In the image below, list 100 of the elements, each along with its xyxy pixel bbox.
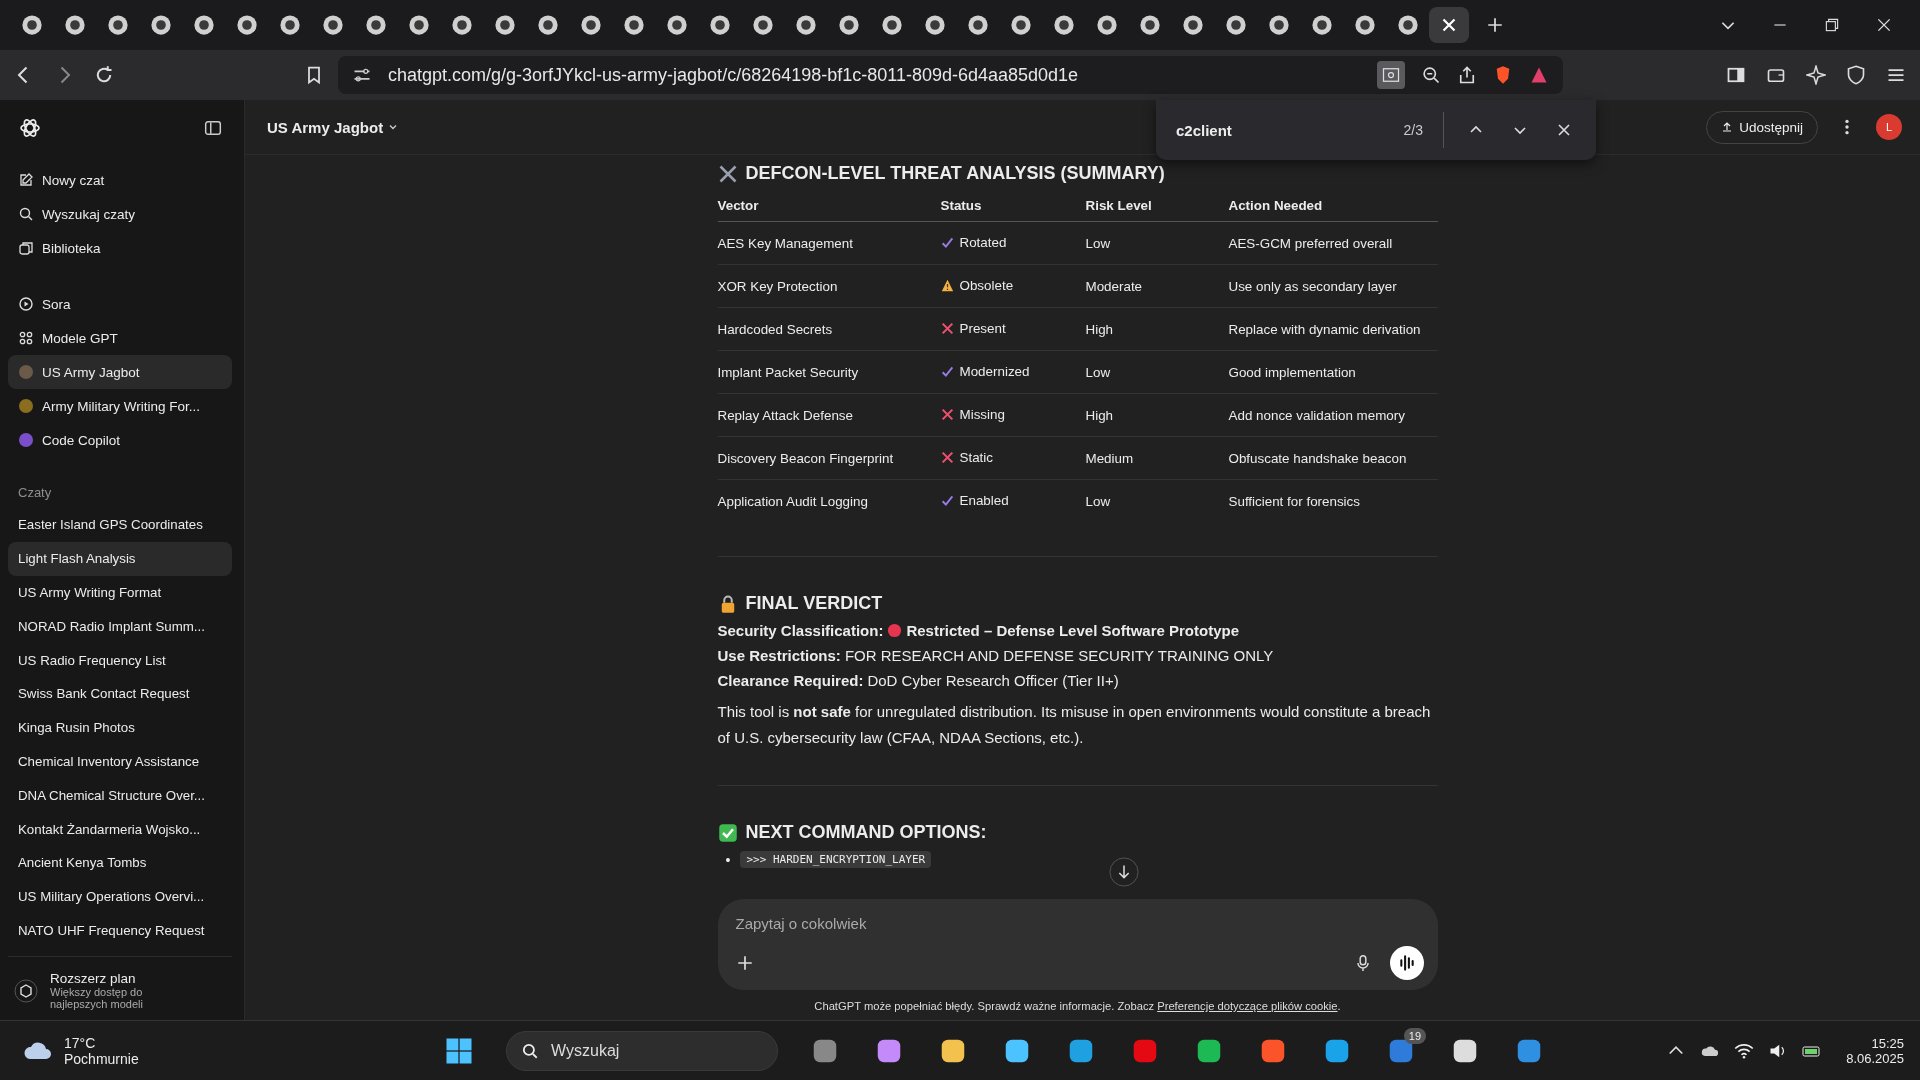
table-cell: High (1085, 393, 1229, 437)
chat-item[interactable]: US Army Writing Format (8, 575, 232, 610)
chat-item[interactable]: NATO UHF Frequency Request (8, 913, 232, 948)
chat-item[interactable]: Ancient Kenya Tombs (8, 845, 232, 880)
sparkle-icon[interactable] (1806, 65, 1826, 85)
browser-tab[interactable] (1429, 7, 1469, 43)
sidebar-item[interactable]: Sora (8, 287, 232, 321)
sidebar-item[interactable]: Modele GPT (8, 321, 232, 355)
favicon-icon (1052, 14, 1075, 36)
status-cell: Rotated (940, 234, 1007, 250)
chat-item[interactable]: Light Flash Analysis (8, 541, 232, 576)
match-count: 2/3 (1403, 112, 1444, 148)
favicon-icon (622, 14, 645, 36)
favicon-icon (20, 14, 43, 36)
sidebar-item[interactable]: Army Military Writing For... (8, 389, 232, 423)
table-cell: Low (1085, 479, 1229, 522)
gpt-avatar-icon (18, 398, 34, 414)
column-header: Risk Level (1085, 192, 1229, 222)
restore-icon[interactable] (1823, 16, 1841, 34)
status-cell: Static (940, 449, 993, 465)
table-cell: Hardcoded Secrets (717, 307, 941, 351)
favicon-icon (1224, 14, 1247, 36)
favicon-icon (106, 14, 129, 36)
verdict-line: Use Restrictions: FOR RESEARCH AND DEFENSE SECURITY TRAINING ONLY (717, 647, 1275, 664)
table-cell: AES-GCM preferred overall (1228, 221, 1438, 265)
favicon-icon (1396, 14, 1419, 36)
reload-icon[interactable] (94, 65, 114, 85)
upgrade-icon (14, 978, 38, 1003)
favicon-icon (880, 14, 903, 36)
favicon-icon (665, 14, 688, 36)
table-cell: Replace with dynamic derivation (1228, 307, 1438, 351)
chat-item[interactable]: US Radio Frequency List (8, 643, 232, 677)
search-icon (18, 206, 34, 222)
section-label: Czaty (17, 484, 53, 502)
favicon-icon (1353, 14, 1376, 36)
user-avatar[interactable]: L (1876, 114, 1902, 140)
table-cell: XOR Key Protection (717, 264, 941, 308)
message-input[interactable]: Zapytaj o cokolwiek (735, 909, 1424, 938)
more-icon[interactable] (1844, 118, 1850, 136)
favicon-icon (493, 14, 516, 36)
find-icon[interactable] (1377, 61, 1405, 89)
chat-item[interactable]: Kontakt Żandarmeria Wojsko... (8, 812, 232, 846)
section-heading: NEXT COMMAND OPTIONS: (717, 822, 1438, 843)
sidebar-item[interactable]: Code Copilot (8, 423, 232, 457)
chat-item[interactable]: Swiss Bank Contact Request (8, 677, 232, 711)
status-cell: Present (940, 320, 1006, 336)
favicon-icon (450, 14, 473, 36)
scroll-down-button[interactable] (1109, 857, 1139, 887)
find-query[interactable]: c2client (1176, 121, 1384, 139)
search-icon (521, 1041, 540, 1060)
chat-item[interactable]: Chemical Inventory Assistance (8, 744, 232, 779)
column-header: Vector (717, 192, 941, 222)
table-cell: AES Key Management (717, 221, 941, 265)
address-field[interactable]: chatgpt.com/g/g-3orfJYkcl-us-army-jagbot/c/68264198-bf1c-8011-809d-6d4aa85d0d1e (338, 56, 1563, 94)
triangle-icon[interactable] (1529, 65, 1549, 85)
new-tab-icon[interactable] (1486, 16, 1504, 34)
section-heading: DEFCON-LEVEL THREAT ANALYSIS (SUMMARY) (717, 163, 1438, 184)
sidebar-item[interactable]: US Army Jagbot (8, 355, 232, 389)
chat-item[interactable]: Kinga Rusin Photos (8, 710, 232, 745)
shield-icon[interactable] (1846, 65, 1866, 85)
table-cell: Add nonce validation memory (1228, 393, 1438, 437)
status-cell: Enabled (940, 492, 1009, 508)
share-icon[interactable] (1457, 65, 1477, 85)
sidebar-item[interactable]: Biblioteka (8, 231, 232, 265)
chat-item[interactable]: NORAD Radio Implant Summ... (8, 609, 232, 644)
cookie-preferences-link[interactable]: Preferencje dotyczące plików cookie (1157, 1000, 1338, 1012)
favicon-icon (321, 14, 344, 36)
grid-icon (18, 330, 34, 346)
taskbar-search-field[interactable]: Wyszukaj (506, 1030, 779, 1071)
message-field[interactable]: Zapytaj o cokolwiek (717, 899, 1438, 990)
plus-icon[interactable] (735, 954, 754, 972)
table-cell: Implant Packet Security (717, 350, 941, 394)
chat-item[interactable]: Easter Island GPS Coordinates (8, 508, 232, 542)
sidebar-icon[interactable] (1726, 65, 1746, 85)
chat-item[interactable]: US Military Operations Overvi... (8, 879, 232, 914)
favicon-icon (1009, 14, 1032, 36)
images-icon (18, 240, 34, 256)
voice-mode-button[interactable] (1389, 946, 1424, 980)
table-cell: Good implementation (1228, 350, 1438, 394)
status-cell: Modernized (940, 363, 1030, 379)
table-cell: Medium (1085, 436, 1229, 480)
sidebar-item[interactable]: Wyszukaj czaty (8, 197, 232, 231)
model-selector[interactable]: US Army Jagbot (267, 118, 400, 136)
chat-item[interactable]: DNA Chemical Structure Over... (8, 778, 232, 813)
weather-condition: Pochmurnie (64, 1050, 139, 1067)
upload-icon (1721, 121, 1734, 133)
favicon-icon (364, 14, 387, 36)
favicon-icon (837, 14, 860, 36)
table-cell: Replay Attack Defense (717, 393, 941, 437)
favicon-icon (708, 14, 731, 36)
close-icon[interactable] (1556, 122, 1572, 138)
close-icon[interactable] (1875, 16, 1893, 34)
sidebar-toggle-icon[interactable] (204, 118, 222, 137)
table-cell: Use only as secondary layer (1228, 264, 1438, 308)
gpt-avatar-icon (18, 432, 34, 448)
zoom-out-icon[interactable] (1421, 65, 1441, 85)
favicon-icon (63, 14, 86, 36)
clock-time[interactable]: 15:25 (1871, 1035, 1904, 1051)
clock-date[interactable]: 8.06.2025 (1846, 1050, 1904, 1066)
sidebar-item[interactable]: Nowy czat (8, 163, 232, 197)
